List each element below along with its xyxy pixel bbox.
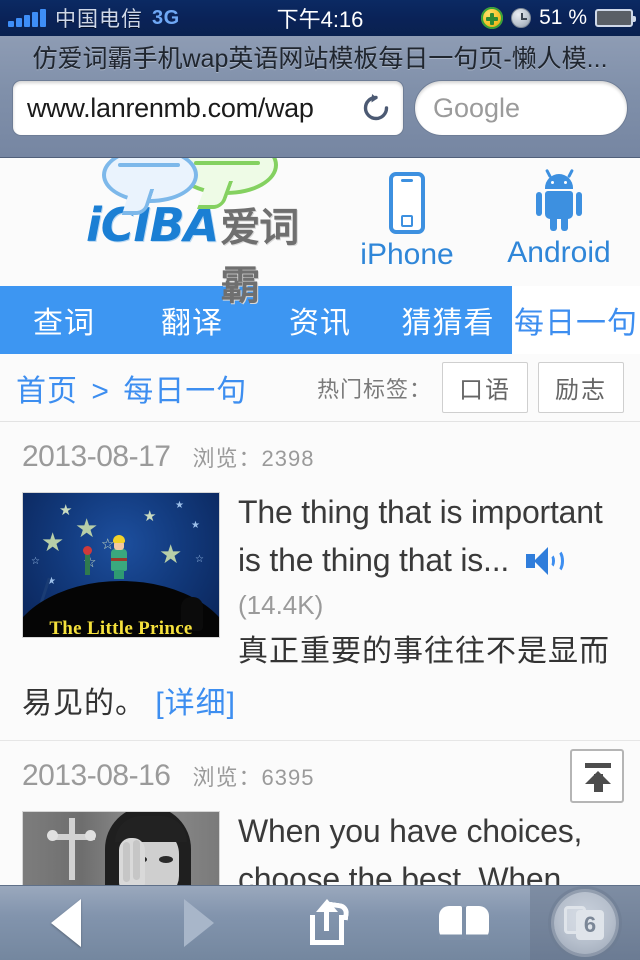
hot-tags-label: 热门标签： xyxy=(316,376,432,402)
article-body: When you have choices, choose the best. … xyxy=(22,807,618,885)
iphone-icon xyxy=(389,172,425,234)
article-cn-text: 真正重要的事往往不是显而易见的。 [详细] xyxy=(22,626,618,730)
article-thumbnail[interactable] xyxy=(22,811,220,885)
views-count: 6395 xyxy=(261,765,315,790)
speech-bubbles-icon xyxy=(96,158,326,203)
plus-badge-icon xyxy=(481,7,504,29)
android-icon xyxy=(536,168,582,232)
breadcrumb-bar: 首页 > 每日一句 热门标签： 口语 励志 xyxy=(0,354,640,422)
nav-label: 每日一句 xyxy=(514,307,638,340)
share-icon xyxy=(310,899,352,945)
clock-label: 下午4:16 xyxy=(276,7,364,32)
alarm-clock-icon xyxy=(511,8,532,28)
article-thumbnail[interactable]: ★ ★ ★ ☆ ★ ★ ★ ★ ☆ ★ ☆ ☆ xyxy=(22,492,220,638)
nav-label: 猜猜看 xyxy=(401,307,495,340)
speaker-icon[interactable] xyxy=(525,545,566,577)
iphone-label: iPhone xyxy=(360,238,454,271)
back-to-top-button[interactable] xyxy=(570,749,624,803)
tabs-icon: 6 xyxy=(554,892,616,954)
search-field[interactable]: Google xyxy=(414,80,628,136)
article-meta: 2013-08-17 浏览：2398 xyxy=(22,440,618,474)
phone-screen: 中国电信 3G 下午4:16 51 % 仿爱词霸手机wap英语网站模板每日一句页… xyxy=(0,0,640,960)
back-button[interactable] xyxy=(0,886,133,960)
status-bar: 中国电信 3G 下午4:16 51 % xyxy=(0,0,640,36)
android-app-link[interactable]: Android xyxy=(504,168,614,272)
tabs-button[interactable]: 6 xyxy=(530,885,640,960)
article-meta: 2013-08-16 浏览：6395 xyxy=(22,759,618,793)
browser-bottom-toolbar: 6 xyxy=(0,885,640,960)
breadcrumb-separator: > xyxy=(91,374,110,408)
article-views: 浏览：6395 xyxy=(192,760,314,792)
tag-kouyu[interactable]: 口语 xyxy=(442,362,528,413)
site-header: iCIBA 爱词霸 iPhone Android xyxy=(0,158,640,308)
views-label: 浏览： xyxy=(192,765,262,790)
article-date: 2013-08-16 xyxy=(22,759,171,792)
nav-item-caicaikan[interactable]: 猜猜看 xyxy=(384,286,512,354)
android-label: Android xyxy=(507,236,611,269)
reload-icon[interactable] xyxy=(359,91,393,125)
tabs-count-label: 6 xyxy=(583,912,597,937)
breadcrumb-home[interactable]: 首页 xyxy=(16,375,78,408)
bookmarks-button[interactable] xyxy=(398,886,531,960)
breadcrumb-current: 每日一句 xyxy=(123,374,248,408)
page-title: 仿爱词霸手机wap英语网站模板每日一句页-懒人模... xyxy=(32,45,608,73)
url-text[interactable]: www.lanrenmb.com/wap xyxy=(27,93,357,124)
cn-sentence: 真正重要的事往往不是显而易见的。 xyxy=(22,635,610,720)
en-sentence: When you have choices, choose the best. … xyxy=(238,813,583,885)
article-views: 浏览：2398 xyxy=(192,441,314,473)
iciba-logo[interactable]: iCIBA 爱词霸 xyxy=(86,158,326,311)
views-count: 2398 xyxy=(261,446,315,471)
views-label: 浏览： xyxy=(192,446,262,471)
logo-cn-text: 爱词霸 xyxy=(220,206,299,308)
tag-lizhi[interactable]: 励志 xyxy=(538,362,624,413)
detail-link[interactable]: [详细] xyxy=(155,687,236,720)
url-bar[interactable]: www.lanrenmb.com/wap xyxy=(12,80,404,136)
battery-icon xyxy=(595,9,636,27)
share-button[interactable] xyxy=(265,886,398,960)
hot-tags: 热门标签： 口语 励志 xyxy=(317,362,624,413)
nav-item-meiriyiju[interactable]: 每日一句 xyxy=(512,286,640,354)
app-links: iPhone Android xyxy=(352,168,640,272)
article-body: ★ ★ ★ ☆ ★ ★ ★ ★ ☆ ★ ☆ ☆ xyxy=(22,488,618,730)
forward-arrow-icon xyxy=(183,899,214,947)
breadcrumb[interactable]: 首页 > 每日一句 xyxy=(16,366,247,410)
search-placeholder: Google xyxy=(433,92,521,123)
web-page-viewport[interactable]: iCIBA 爱词霸 iPhone Android 查词 翻译 资讯 猜猜看 每日… xyxy=(0,158,640,885)
article-item[interactable]: 2013-08-17 浏览：2398 ★ ★ ★ ☆ ★ ★ ★ ★ ☆ ★ ☆ xyxy=(0,422,640,740)
address-row: www.lanrenmb.com/wap Google xyxy=(0,80,640,136)
browser-top-chrome: 仿爱词霸手机wap英语网站模板每日一句页-懒人模... www.lanrenmb… xyxy=(0,36,640,158)
iphone-app-link[interactable]: iPhone xyxy=(352,172,462,272)
article-item[interactable]: 2013-08-16 浏览：6395 When you have choices… xyxy=(0,740,640,885)
article-date: 2013-08-17 xyxy=(22,440,171,473)
back-arrow-icon xyxy=(51,899,82,947)
forward-button xyxy=(133,886,266,960)
book-icon xyxy=(438,906,489,940)
